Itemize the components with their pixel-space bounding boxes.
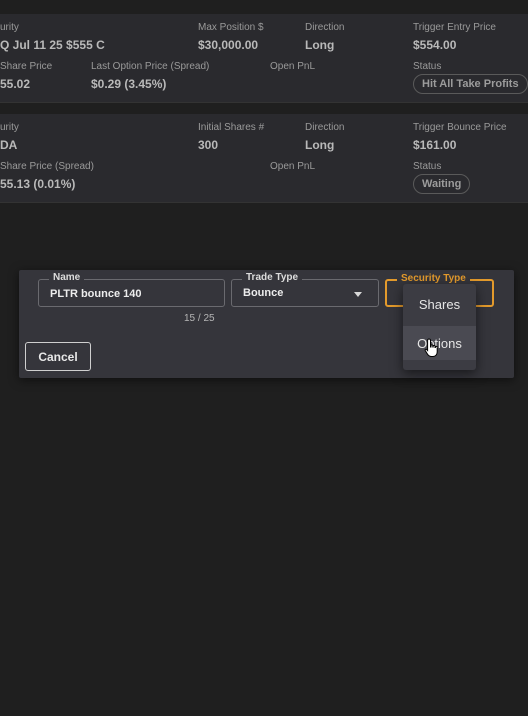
- status-label: Status: [413, 61, 442, 72]
- security-cell: urity Q Jul 11 25 $555 C: [0, 22, 105, 52]
- share-price-label: Share Price (Spread): [0, 161, 94, 172]
- last-option-price-value: $0.29 (3.45%): [91, 77, 167, 91]
- hand-cursor-icon: [424, 338, 440, 363]
- status-cell: Status Hit All Take Profits: [413, 61, 528, 94]
- status-cell: Status Waiting: [413, 161, 471, 194]
- trade-type-select[interactable]: Trade Type Bounce: [231, 272, 379, 307]
- cancel-button[interactable]: Cancel: [25, 342, 91, 371]
- direction-label: Direction: [305, 22, 345, 33]
- name-field-value[interactable]: PLTR bounce 140: [50, 288, 141, 300]
- trigger-entry-label: Trigger Entry Price: [413, 22, 496, 33]
- initial-shares-label: Initial Shares #: [198, 122, 265, 133]
- menu-option-shares[interactable]: Shares: [403, 287, 476, 321]
- position-card-1: urity Q Jul 11 25 $555 C Max Position $ …: [0, 14, 528, 103]
- trade-type-value: Bounce: [243, 287, 284, 299]
- trigger-bounce-cell: Trigger Bounce Price $161.00: [413, 122, 507, 152]
- direction-cell: Direction Long: [305, 22, 344, 52]
- share-price-cell: Share Price 55.02: [0, 61, 52, 91]
- security-type-label: Security Type: [397, 273, 470, 284]
- direction-label: Direction: [305, 122, 345, 133]
- security-label: urity: [0, 22, 19, 33]
- trigger-entry-value: $554.00: [413, 38, 457, 52]
- trigger-bounce-value: $161.00: [413, 138, 457, 152]
- trade-type-label: Trade Type: [242, 272, 303, 283]
- share-price-label: Share Price: [0, 61, 53, 72]
- open-pnl-cell: Open PnL: [270, 161, 315, 172]
- security-value: Q Jul 11 25 $555 C: [0, 38, 105, 52]
- max-position-label: Max Position $: [198, 22, 264, 33]
- open-pnl-label: Open PnL: [270, 161, 316, 172]
- trigger-entry-cell: Trigger Entry Price $554.00: [413, 22, 496, 52]
- last-option-price-cell: Last Option Price (Spread) $0.29 (3.45%): [91, 61, 209, 91]
- open-pnl-label: Open PnL: [270, 61, 316, 72]
- trigger-bounce-label: Trigger Bounce Price: [413, 122, 507, 133]
- max-position-cell: Max Position $ $30,000.00: [198, 22, 264, 52]
- share-price-value: 55.13 (0.01%): [0, 177, 76, 191]
- security-cell: urity DA: [0, 122, 19, 152]
- name-field[interactable]: Name PLTR bounce 140: [38, 272, 225, 307]
- last-option-price-label: Last Option Price (Spread): [91, 61, 210, 72]
- name-field-label: Name: [49, 272, 85, 283]
- position-card-2: urity DA Initial Shares # 300 Direction …: [0, 114, 528, 203]
- direction-value: Long: [305, 138, 335, 152]
- direction-cell: Direction Long: [305, 122, 344, 152]
- status-badge: Waiting: [413, 174, 471, 194]
- share-price-value: 55.02: [0, 77, 31, 91]
- status-label: Status: [413, 161, 442, 172]
- security-value: DA: [0, 138, 18, 152]
- share-price-cell: Share Price (Spread) 55.13 (0.01%): [0, 161, 94, 191]
- initial-shares-cell: Initial Shares # 300: [198, 122, 264, 152]
- initial-shares-value: 300: [198, 138, 219, 152]
- open-pnl-cell: Open PnL: [270, 61, 315, 72]
- chevron-down-icon: [354, 292, 362, 297]
- max-position-value: $30,000.00: [198, 38, 259, 52]
- status-badge: Hit All Take Profits: [413, 74, 528, 94]
- security-label: urity: [0, 122, 19, 133]
- direction-value: Long: [305, 38, 335, 52]
- name-char-counter: 15 / 25: [184, 313, 215, 324]
